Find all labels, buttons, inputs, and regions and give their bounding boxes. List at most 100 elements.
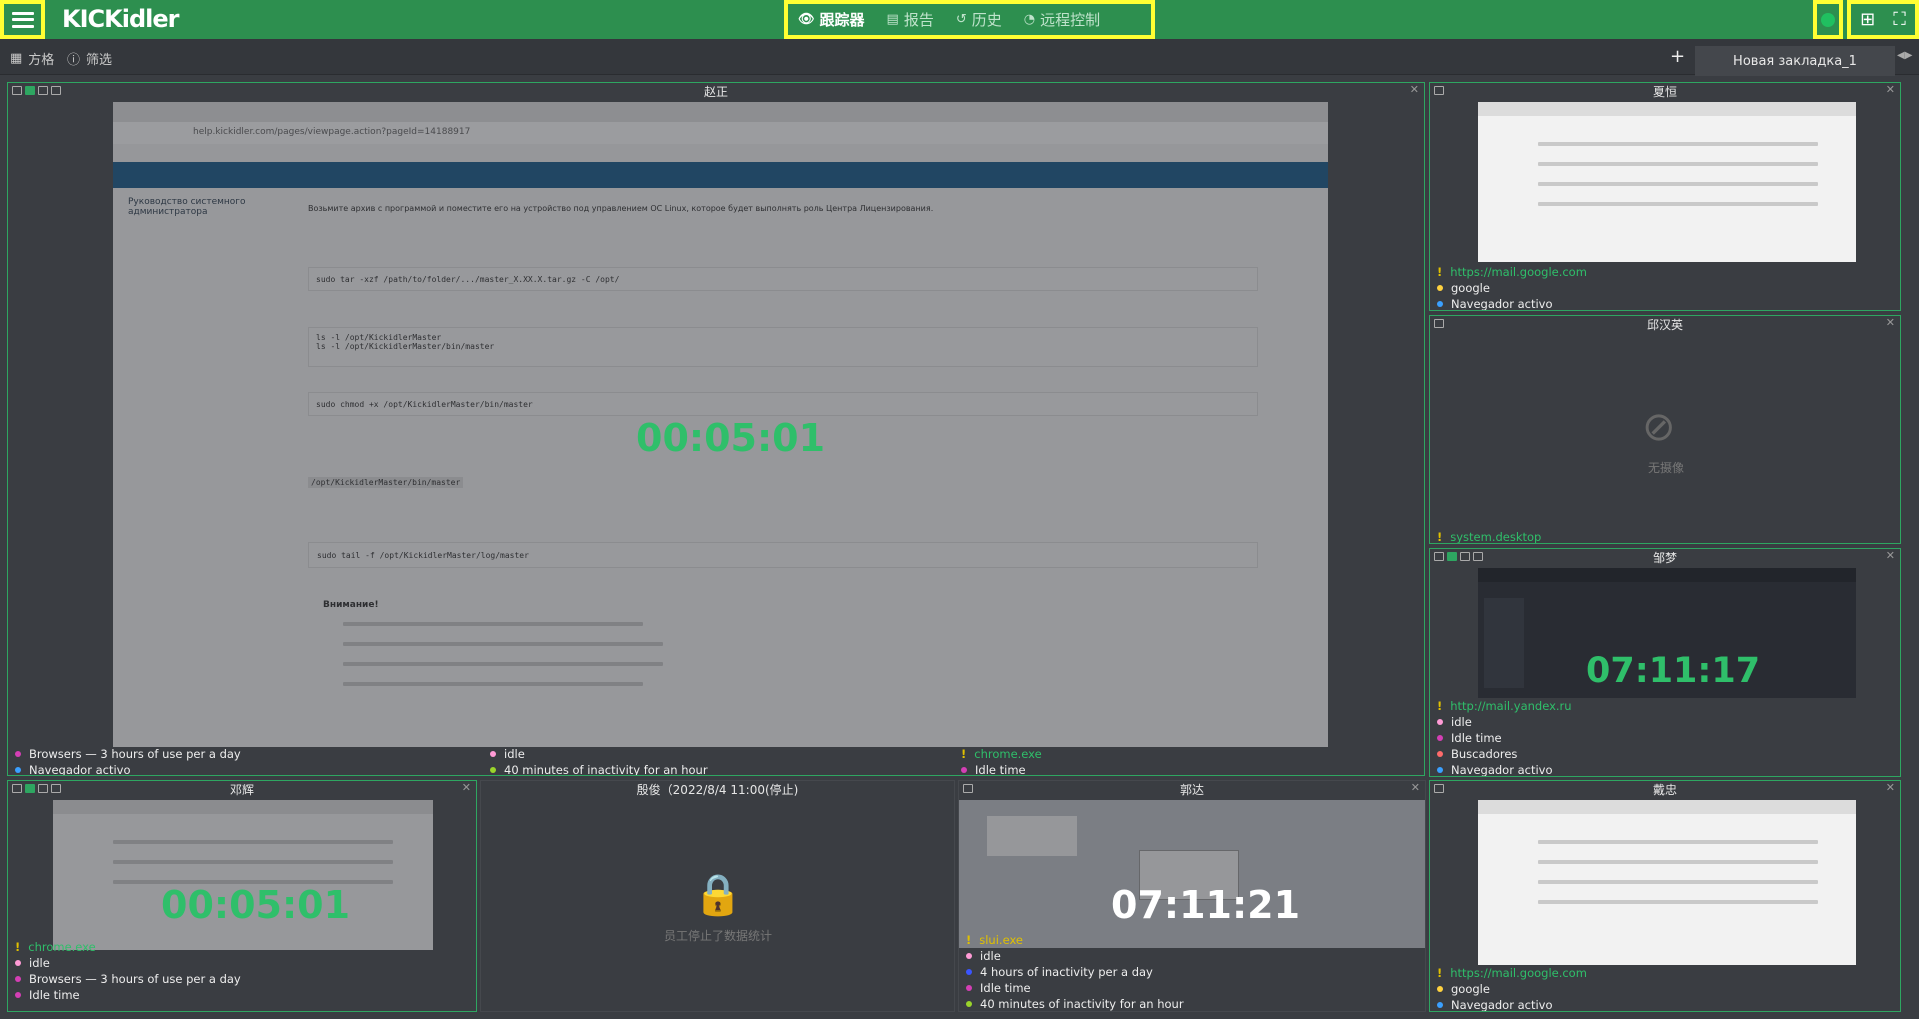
chat-icon[interactable] — [51, 784, 61, 793]
code-line-2: ls -l /opt/KickidlerMaster — [316, 333, 442, 342]
alert-icon: ! — [966, 933, 972, 947]
bullet-icon — [966, 953, 972, 959]
nav-tracker[interactable]: 👁 跟踪器 — [798, 9, 865, 30]
nav-history-label: 历史 — [971, 11, 1002, 29]
mail-sidebar — [1484, 598, 1524, 688]
mail-row — [1538, 880, 1818, 884]
alert-icon: ! — [15, 940, 21, 954]
status-indicator[interactable] — [1813, 0, 1843, 39]
code-inline: /opt/KickidlerMaster/bin/master — [308, 477, 464, 488]
activity-text: Idle time — [29, 988, 80, 1002]
panel-user-6[interactable]: 殷俊（2022/8/4 11:00(停止) 🔒 员工停止了数据统计 — [480, 780, 955, 1012]
tab-scroll-arrows[interactable]: ◀▶ — [1897, 50, 1912, 61]
panel-user-7[interactable]: 郭达 ✕ 07:11:21 ! slui.exe idle 4 hours of … — [958, 780, 1426, 1012]
activity-item: 4 hours of inactivity per a day — [966, 964, 1184, 980]
tab-new[interactable]: Новая закладка_1 — [1695, 46, 1895, 76]
chat-icon[interactable] — [51, 86, 61, 95]
activity-item: Idle time — [1437, 730, 1572, 746]
screen-icon[interactable] — [1447, 552, 1457, 561]
activity-url: ! https://mail.google.com — [1437, 264, 1587, 280]
bullet-icon — [490, 751, 496, 757]
mail-row — [113, 860, 393, 864]
activity-text: Idle time — [1451, 731, 1502, 745]
session-timer: 07:11:21 — [1111, 883, 1301, 927]
panel-title: 殷俊（2022/8/4 11:00(停止) — [636, 783, 799, 797]
log-line — [343, 622, 643, 626]
close-icon[interactable]: ✕ — [1886, 83, 1895, 96]
nav-tracker-label: 跟踪器 — [819, 11, 865, 29]
close-icon[interactable]: ✕ — [1886, 781, 1895, 794]
activity-item: Navegador activo — [1437, 296, 1587, 310]
filter-button[interactable]: ⓘ 筛选 — [67, 49, 112, 68]
fullscreen-icon[interactable]: ⛶ — [1893, 10, 1906, 29]
monitor-icon[interactable] — [1434, 784, 1444, 793]
monitor-icon[interactable] — [963, 784, 973, 793]
chat-icon[interactable] — [1473, 552, 1483, 561]
activity-item: idle — [966, 948, 1184, 964]
activity-item: 40 minutes of inactivity for an hour — [966, 996, 1184, 1011]
panel-user-8[interactable]: 戴忠 ✕ ! https://mail.google.com google Nav… — [1429, 780, 1901, 1012]
activity-text: idle — [504, 747, 525, 761]
monitor-icon[interactable] — [1434, 319, 1444, 328]
bullet-icon — [15, 751, 21, 757]
eye-icon: 👁 — [798, 12, 815, 27]
panel-title: 夏恒 — [1652, 85, 1677, 99]
activity-text: google — [1451, 281, 1490, 295]
screen-capture — [53, 800, 433, 950]
bullet-icon — [1437, 767, 1443, 773]
monitor-icon[interactable] — [1434, 86, 1444, 95]
app-name: chrome.exe — [974, 747, 1042, 761]
activity-text: Navegador activo — [29, 763, 131, 776]
panel-user-3[interactable]: 邱汉英 ✕ ⊘ 无摄像 ! system.desktop — [1429, 315, 1901, 544]
panel-title: 赵正 — [703, 85, 728, 99]
activity-item: Browsers — 3 hours of use per a day — [15, 971, 241, 987]
close-icon[interactable]: ✕ — [1410, 83, 1419, 96]
activity-list: ! chrome.exe idle Browsers — 3 hours of u… — [15, 939, 241, 1003]
nav-report[interactable]: ▤ 报告 — [887, 9, 934, 30]
monitor-icon[interactable] — [12, 86, 22, 95]
camera-icon[interactable] — [1460, 552, 1470, 561]
nav-remote[interactable]: ◔ 远程控制 — [1024, 9, 1100, 30]
close-icon[interactable]: ✕ — [1886, 549, 1895, 562]
nav-history[interactable]: ↺ 历史 — [956, 9, 1002, 30]
main-nav: 👁 跟踪器 ▤ 报告 ↺ 历史 ◔ 远程控制 — [784, 0, 1155, 39]
add-window-icon[interactable]: ⊞ — [1860, 10, 1875, 29]
mail-row — [1538, 900, 1818, 904]
session-timer: 07:11:17 — [1586, 651, 1761, 691]
alert-icon: ! — [1437, 530, 1443, 544]
address-bar: help.kickidler.com/pages/viewpage.action… — [113, 122, 1328, 144]
panel-title: 邱汉英 — [1646, 318, 1683, 332]
activity-item: idle — [1437, 714, 1572, 730]
alert-icon: ! — [1437, 966, 1443, 980]
panel-title: 邓辉 — [229, 783, 254, 797]
alert-icon: ! — [1437, 699, 1443, 713]
screen-icon[interactable] — [25, 784, 35, 793]
activity-list: ! https://mail.google.com google Navegado… — [1437, 264, 1587, 310]
grid-button[interactable]: ▦ 方格 — [10, 49, 54, 68]
panel-mode-icons — [963, 784, 973, 793]
code-block-2: ls -l /opt/KickidlerMaster ls -l /opt/Kic… — [308, 327, 1258, 367]
camera-icon[interactable] — [38, 784, 48, 793]
code-block-3: sudo chmod +x /opt/KickidlerMaster/bin/m… — [308, 392, 1258, 416]
close-icon[interactable]: ✕ — [462, 781, 471, 794]
camera-icon[interactable] — [38, 86, 48, 95]
close-icon[interactable]: ✕ — [1886, 316, 1895, 329]
panel-user-2[interactable]: 夏恒 ✕ ! https://mail.google.com google Nav… — [1429, 82, 1901, 311]
add-tab-button[interactable]: + — [1670, 46, 1685, 67]
monitor-icon[interactable] — [1434, 552, 1444, 561]
activity-list: Browsers — 3 hours of use per a day Nave… — [15, 746, 241, 776]
code-block-1: sudo tar -xzf /path/to/folder/.../master… — [308, 267, 1258, 291]
panel-title: 戴忠 — [1652, 783, 1677, 797]
bullet-icon — [966, 1001, 972, 1007]
panel-user-5[interactable]: 邓辉 ✕ 00:05:01 ! chrome.exe idle Browsers … — [7, 780, 477, 1012]
activity-text: Idle time — [975, 763, 1026, 776]
bullet-icon — [966, 969, 972, 975]
panel-main[interactable]: 赵正 ✕ help.kickidler.com/pages/viewpage.a… — [7, 82, 1425, 776]
close-icon[interactable]: ✕ — [1411, 781, 1420, 794]
menu-button[interactable] — [0, 0, 45, 39]
monitor-icon[interactable] — [12, 784, 22, 793]
panel-user-4[interactable]: 邹梦 ✕ 07:11:17 ! http://mail.yandex.ru idl… — [1429, 548, 1901, 777]
activity-list-3: ! chrome.exe Idle time — [961, 746, 1042, 776]
bullet-icon — [15, 960, 21, 966]
screen-icon[interactable] — [25, 86, 35, 95]
